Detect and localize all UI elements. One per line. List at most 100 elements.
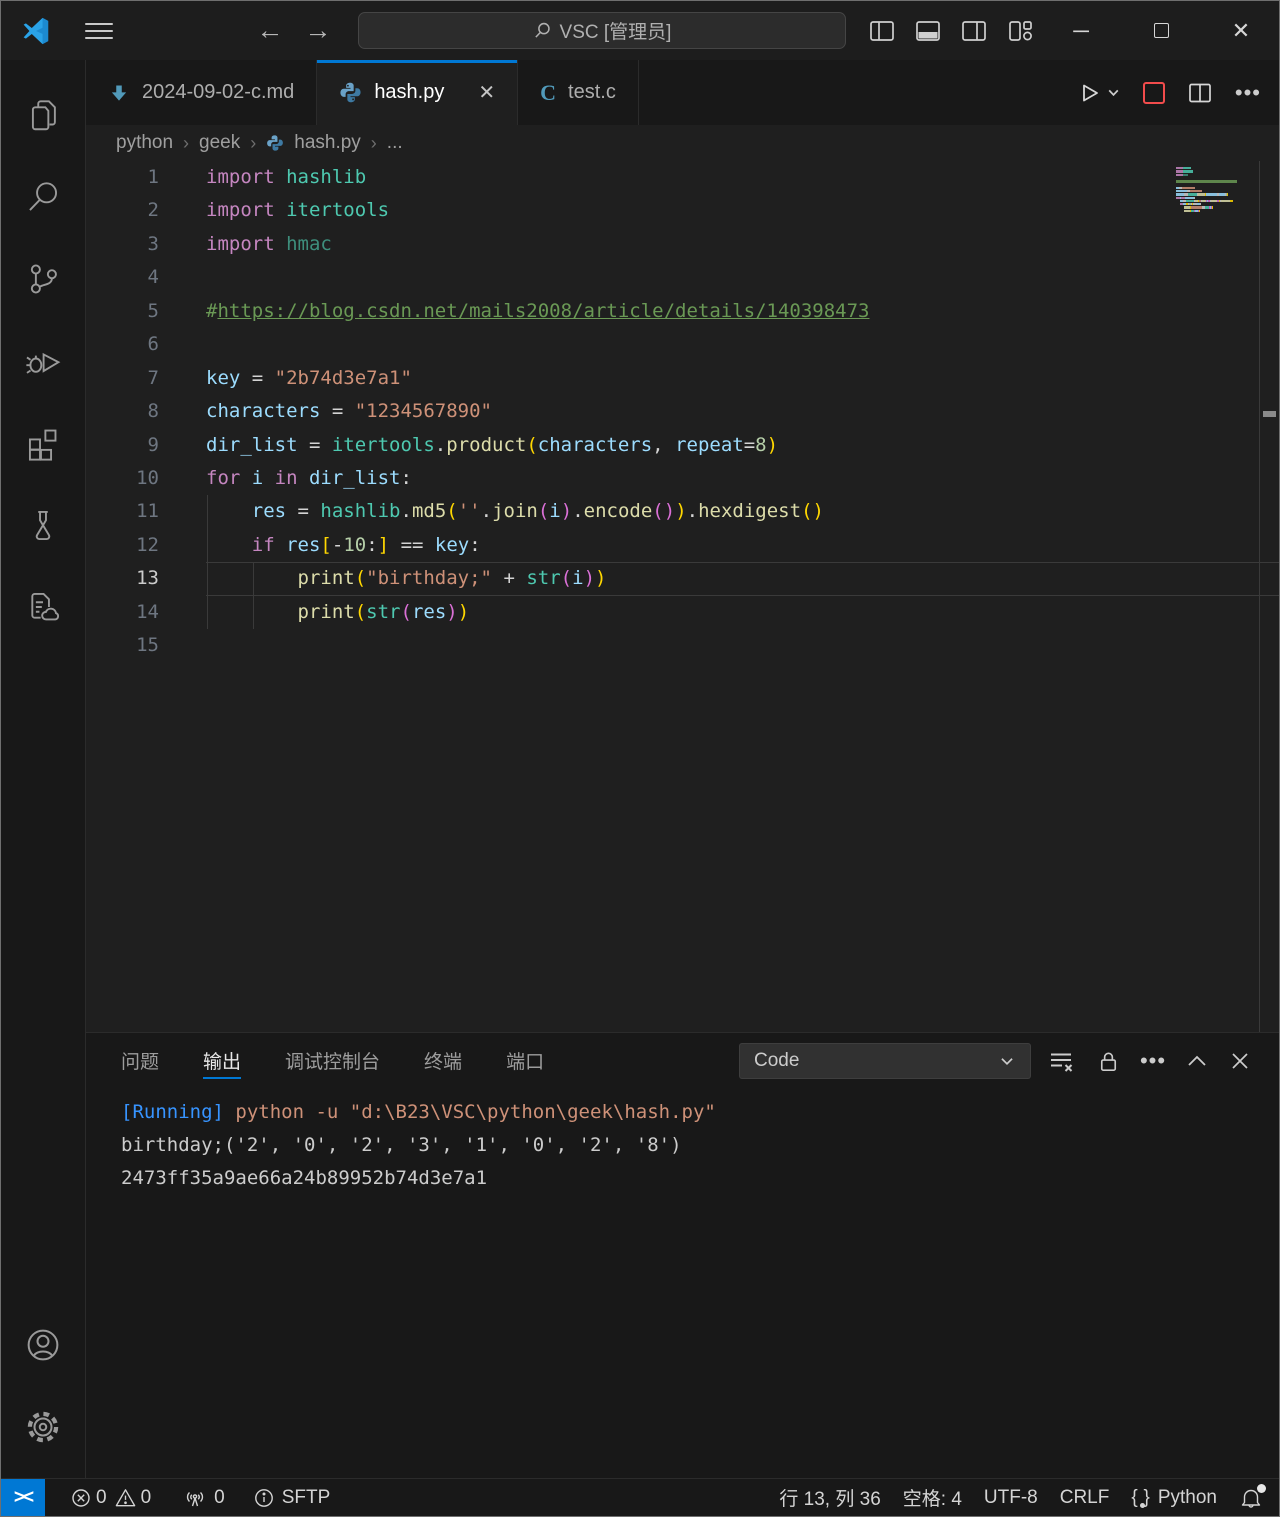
code-lines: 1import hashlib2import itertools3import … (86, 161, 1279, 663)
code-line[interactable]: 3import hmac (86, 228, 1279, 261)
output-content[interactable]: [Running] python -u "d:\B23\VSC\python\g… (86, 1088, 1279, 1195)
toggle-sidebar-icon[interactable] (859, 1, 905, 60)
clear-output-icon[interactable] (1047, 1047, 1075, 1075)
forward-arrow-icon[interactable]: → (301, 1, 335, 60)
vscode-window: ← → VSC [管理员] ─ ✕ (0, 0, 1280, 1517)
sftp-explorer-icon[interactable] (1, 566, 86, 648)
settings-gear-icon[interactable] (1, 1386, 86, 1468)
line-number: 14 (86, 596, 206, 629)
warning-icon (114, 1486, 137, 1509)
cursor-position[interactable]: 行 13, 列 36 (768, 1484, 891, 1511)
tab-hash-py[interactable]: hash.py ✕ (317, 60, 518, 125)
line-number: 2 (86, 194, 206, 227)
stop-button[interactable] (1143, 82, 1165, 104)
panel-tab-debug-console[interactable]: 调试控制台 (285, 1033, 380, 1088)
code-line[interactable]: 8characters = "1234567890" (86, 395, 1279, 428)
indentation-status[interactable]: 空格: 4 (892, 1484, 973, 1511)
minimize-button[interactable]: ─ (1052, 1, 1110, 60)
code-line[interactable]: 14 print(str(res)) (86, 596, 1279, 629)
output-line[interactable]: birthday;('2', '0', '2', '3', '1', '0', … (121, 1129, 1279, 1162)
breadcrumb-item[interactable]: geek (199, 132, 240, 154)
extensions-icon[interactable] (1, 402, 86, 484)
minimap[interactable] (1176, 167, 1254, 216)
code-line[interactable]: 12 if res[-10:] == key: (86, 529, 1279, 562)
overview-ruler[interactable] (1259, 161, 1279, 1032)
tab-label: test.c (568, 81, 616, 104)
python-file-icon (266, 134, 284, 152)
panel-tab-problems[interactable]: 问题 (121, 1033, 159, 1088)
panel-tab-output[interactable]: 输出 (203, 1033, 241, 1088)
menu-icon[interactable] (85, 1, 113, 60)
breadcrumb-item[interactable]: hash.py (294, 132, 361, 154)
code-editor[interactable]: 1import hashlib2import itertools3import … (86, 161, 1279, 1032)
lock-scroll-icon[interactable] (1094, 1047, 1122, 1075)
tab-2024-09-02-c-md[interactable]: 2024-09-02-c.md (86, 60, 317, 125)
toggle-secondary-sidebar-icon[interactable] (951, 1, 997, 60)
breadcrumb-separator: › (183, 133, 189, 154)
panel-more-actions-icon[interactable]: ••• (1139, 1047, 1167, 1075)
code-line[interactable]: 5#https://blog.csdn.net/mails2008/articl… (86, 295, 1279, 328)
back-arrow-icon[interactable]: ← (253, 1, 287, 60)
search-sidebar-icon[interactable] (1, 156, 86, 238)
breadcrumb-item[interactable]: ... (387, 132, 403, 154)
maximize-button[interactable] (1132, 1, 1190, 60)
tab-test-c[interactable]: C test.c (518, 60, 639, 125)
output-channel-select[interactable]: Code (739, 1043, 1031, 1079)
close-tab-icon[interactable]: ✕ (478, 80, 495, 105)
line-number: 13 (86, 562, 206, 595)
output-channel-value: Code (754, 1050, 799, 1072)
language-mode[interactable]: { } Python (1120, 1487, 1228, 1509)
testing-icon[interactable] (1, 484, 86, 566)
code-line[interactable]: 11 res = hashlib.md5(''.join(i).encode()… (86, 495, 1279, 528)
line-number: 9 (86, 429, 206, 462)
output-line[interactable]: [Running] python -u "d:\B23\VSC\python\g… (121, 1096, 1279, 1129)
customize-layout-icon[interactable] (997, 1, 1043, 60)
maximize-panel-icon[interactable] (1183, 1047, 1211, 1075)
breadcrumb-item[interactable]: python (116, 132, 173, 154)
split-editor-icon[interactable] (1187, 80, 1213, 106)
panel-tab-terminal[interactable]: 终端 (424, 1033, 462, 1088)
code-line[interactable]: 4 (86, 261, 1279, 294)
run-debug-icon[interactable] (1, 320, 86, 402)
panel-tab-ports[interactable]: 端口 (506, 1033, 544, 1088)
ports-status[interactable]: 0 (172, 1479, 236, 1516)
close-window-button[interactable]: ✕ (1212, 1, 1270, 60)
code-line[interactable]: 2import itertools (86, 194, 1279, 227)
code-line[interactable]: 13 print("birthday;" + str(i)) (86, 562, 1279, 595)
source-control-icon[interactable] (1, 238, 86, 320)
breadcrumb: python › geek › hash.py › ... (86, 125, 1279, 161)
code-line[interactable]: 9dir_list = itertools.product(characters… (86, 429, 1279, 462)
c-file-icon: C (540, 80, 556, 106)
output-line[interactable]: 2473ff35a9ae66a24b89952b74d3e7a1 (121, 1162, 1279, 1195)
toggle-panel-icon[interactable] (905, 1, 951, 60)
line-number: 7 (86, 362, 206, 395)
explorer-icon[interactable] (1, 74, 86, 156)
line-number: 1 (86, 161, 206, 194)
accounts-icon[interactable] (1, 1304, 86, 1386)
code-line[interactable]: 7key = "2b74d3e7a1" (86, 362, 1279, 395)
markdown-file-icon (108, 82, 130, 104)
warning-count: 0 (141, 1487, 152, 1509)
remote-indicator[interactable]: >< (1, 1479, 45, 1516)
breadcrumb-separator: › (371, 133, 377, 154)
close-panel-icon[interactable] (1226, 1047, 1254, 1075)
more-actions-icon[interactable]: ••• (1235, 80, 1261, 106)
run-python-button[interactable] (1076, 80, 1121, 106)
chevron-down-icon (998, 1052, 1016, 1070)
encoding-status[interactable]: UTF-8 (973, 1487, 1049, 1509)
line-number: 6 (86, 328, 206, 361)
code-line[interactable]: 6 (86, 328, 1279, 361)
notifications-bell[interactable] (1228, 1486, 1279, 1510)
sftp-status[interactable]: SFTP (242, 1479, 342, 1516)
overview-cursor-marker (1263, 411, 1276, 417)
line-number: 4 (86, 261, 206, 294)
eol-status[interactable]: CRLF (1049, 1487, 1121, 1509)
problems-status[interactable]: 0 0 (59, 1479, 162, 1516)
breadcrumb-separator: › (250, 133, 256, 154)
command-center-search[interactable]: VSC [管理员] (358, 12, 846, 49)
code-line[interactable]: 1import hashlib (86, 161, 1279, 194)
tab-label: hash.py (374, 81, 444, 104)
code-line[interactable]: 10for i in dir_list: (86, 462, 1279, 495)
code-line[interactable]: 15 (86, 629, 1279, 662)
indent-guide (253, 562, 254, 629)
